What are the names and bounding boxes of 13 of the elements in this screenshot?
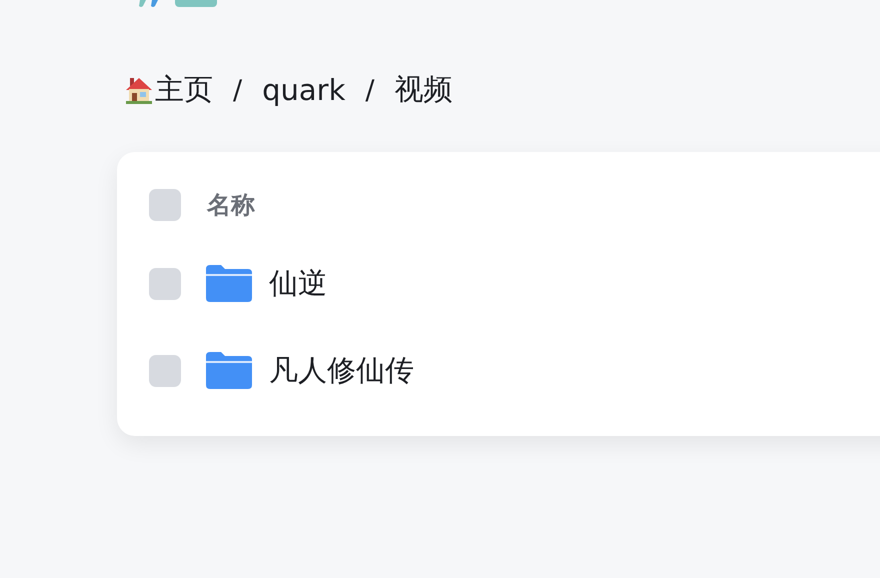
folder-icon [206,265,252,302]
breadcrumb-separator: / [233,74,242,106]
breadcrumb-link[interactable]: 主页 [155,70,213,110]
select-all-checkbox[interactable] [149,189,181,221]
breadcrumb-separator: / [365,74,374,106]
row-checkbox[interactable] [149,354,181,386]
folder-icon [206,352,252,389]
file-name[interactable]: 凡人修仙传 [269,350,414,390]
column-header: 名称 [207,190,255,221]
row-checkbox[interactable] [149,268,181,300]
file-name[interactable]: 仙逆 [269,264,327,304]
breadcrumb-link[interactable]: quark [262,73,346,107]
breadcrumb-link[interactable]: 视频 [394,70,452,110]
